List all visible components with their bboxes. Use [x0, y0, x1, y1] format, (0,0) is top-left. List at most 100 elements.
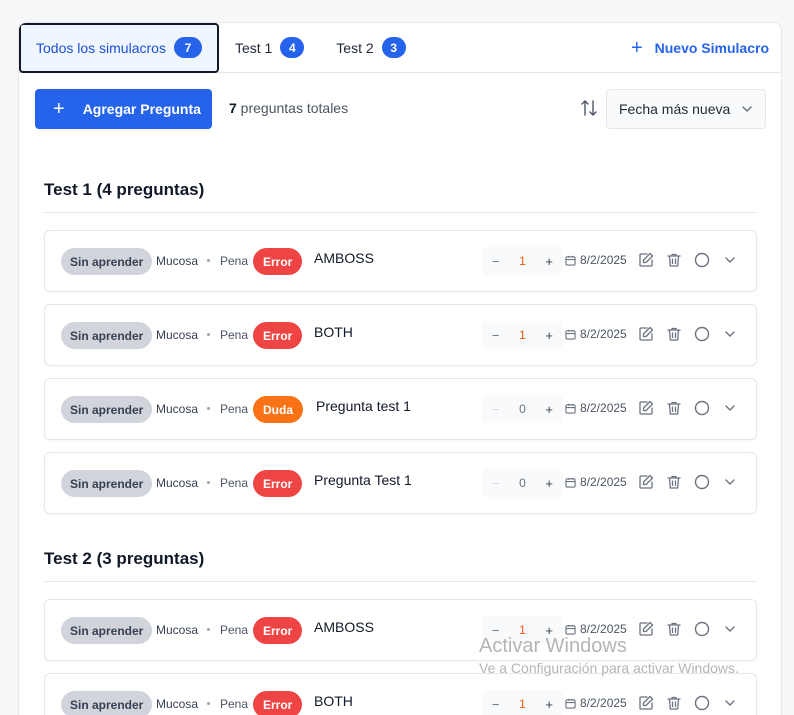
tab-all-simulations[interactable]: Todos los simulacros 7 [19, 23, 219, 73]
chevron-down-icon[interactable] [722, 695, 738, 711]
increment-button[interactable]: + [545, 328, 553, 343]
circle-icon[interactable] [694, 252, 710, 268]
trash-icon[interactable] [666, 474, 682, 490]
attempt-stepper: − 1 + [482, 321, 563, 349]
trash-icon[interactable] [666, 326, 682, 342]
decrement-button[interactable]: − [492, 328, 500, 343]
plus-icon: + [53, 98, 65, 120]
question-title: Pregunta Test 1 [314, 472, 412, 488]
calendar-icon [565, 329, 576, 340]
attempt-stepper: − 1 + [482, 247, 563, 275]
attempt-stepper: − 0 + [482, 469, 563, 497]
question-card[interactable]: Sin aprender Mucosa Pena Error BOTH − 1 +8/2/20… [44, 304, 757, 366]
subject-label: Mucosa [156, 328, 199, 342]
edit-icon[interactable] [638, 400, 654, 416]
tab-count-badge: 4 [280, 37, 305, 58]
chevron-down-icon [742, 106, 752, 113]
topic-label: Pena [220, 476, 249, 490]
edit-icon[interactable] [638, 621, 654, 637]
topic-label: Pena [220, 254, 249, 268]
subject-label: Mucosa [156, 476, 199, 490]
tab-label: Test 2 [336, 39, 374, 56]
status-badge[interactable]: Sin aprender [61, 248, 153, 275]
chevron-down-icon[interactable] [722, 474, 738, 490]
question-card[interactable]: Sin aprender Mucosa Pena Error AMBOSS −1 +8/2/… [44, 230, 757, 292]
tab-count-badge: 3 [381, 37, 406, 58]
decrement-button[interactable]: − [492, 697, 500, 712]
status-badge[interactable]: Sin aprender [61, 617, 153, 644]
status-badge[interactable]: Sin aprender [61, 322, 153, 349]
trash-icon[interactable] [666, 621, 682, 637]
chevron-down-icon[interactable] [722, 252, 738, 268]
status-badge[interactable]: Sin aprender [61, 396, 153, 423]
edit-icon[interactable] [638, 326, 654, 342]
group-divider [44, 581, 757, 582]
result-tag[interactable]: Error [253, 470, 303, 497]
windows-activation-subtitle: Ve a Configuración para activar Windows. [479, 660, 739, 676]
attempt-count: 1 [519, 328, 526, 342]
date-text: 8/2/2025 [580, 401, 627, 415]
question-card[interactable]: Sin aprender Mucosa Pena Error BOTH − 1 +8/2/20… [44, 673, 757, 715]
tab-test-2[interactable]: Test 2 3 [320, 23, 421, 73]
increment-button[interactable]: + [545, 697, 553, 712]
increment-button[interactable]: + [545, 476, 553, 491]
trash-icon[interactable] [666, 252, 682, 268]
result-tag[interactable]: Error [253, 322, 303, 349]
add-question-button[interactable]: + Agregar Pregunta [35, 89, 212, 129]
question-card[interactable]: Sin aprender Mucosa Pena Duda Pregunta test … [44, 378, 757, 440]
status-badge[interactable]: Sin aprender [61, 470, 153, 497]
trash-icon[interactable] [666, 400, 682, 416]
question-card[interactable]: Sin aprender Mucosa Pena Error Pregunta Test… [44, 452, 757, 514]
sort-select[interactable]: Fecha más nueva [606, 89, 766, 129]
topic-label: Pena [220, 623, 249, 637]
edit-icon[interactable] [638, 252, 654, 268]
result-tag[interactable]: Error [253, 617, 303, 644]
group-title: Test 2 (3 preguntas) [44, 549, 205, 568]
tab-bar: Todos los simulacros 7 Test 1 4 Test 2 3… [19, 23, 781, 73]
separator-dot [207, 259, 210, 262]
attempt-count: 1 [519, 254, 526, 268]
separator-dot [207, 333, 210, 336]
subject-label: Mucosa [156, 623, 199, 637]
new-simulation-button[interactable]: + Nuevo Simulacro [631, 23, 769, 73]
increment-button[interactable]: + [545, 254, 553, 269]
attempt-stepper: − 1 + [482, 690, 563, 715]
chevron-down-icon[interactable] [722, 621, 738, 637]
edit-icon[interactable] [638, 695, 654, 711]
new-simulation-label: Nuevo Simulacro [654, 40, 769, 56]
topic-label: Pena [220, 402, 249, 416]
trash-icon[interactable] [666, 695, 682, 711]
circle-icon[interactable] [694, 695, 710, 711]
decrement-button[interactable]: − [492, 254, 500, 269]
attempt-count: 0 [519, 476, 526, 490]
edit-icon[interactable] [638, 474, 654, 490]
tab-label: Todos los simulacros [36, 39, 166, 56]
question-card[interactable]: Sin aprender Mucosa Pena Error AMBOSS −1 +8/2/… [44, 599, 757, 661]
group-divider [44, 212, 757, 213]
increment-button[interactable]: + [545, 402, 553, 417]
tab-test-1[interactable]: Test 1 4 [219, 23, 320, 73]
circle-icon[interactable] [694, 474, 710, 490]
add-question-label: Agregar Pregunta [82, 101, 201, 117]
status-badge[interactable]: Sin aprender [61, 691, 153, 715]
attempt-stepper: − 0 + [482, 395, 563, 423]
plus-icon: + [630, 37, 643, 59]
group-title: Test 1 (4 preguntas) [44, 180, 205, 199]
separator-dot [207, 407, 210, 410]
result-tag[interactable]: Error [253, 248, 303, 275]
date-text: 8/2/2025 [580, 475, 627, 489]
decrement-button[interactable]: − [492, 402, 500, 417]
circle-icon[interactable] [694, 621, 710, 637]
question-date: 8/2/2025 [565, 327, 627, 341]
chevron-down-icon[interactable] [722, 400, 738, 416]
question-title: BOTH [314, 324, 353, 340]
circle-icon[interactable] [694, 326, 710, 342]
sort-icon[interactable] [581, 99, 597, 117]
toolbar: + Agregar Pregunta 7 preguntas totales F… [19, 73, 781, 153]
chevron-down-icon[interactable] [722, 326, 738, 342]
result-tag[interactable]: Duda [253, 396, 303, 423]
circle-icon[interactable] [694, 400, 710, 416]
tab-count-badge: 7 [173, 37, 202, 58]
decrement-button[interactable]: − [492, 476, 500, 491]
result-tag[interactable]: Error [253, 691, 303, 715]
